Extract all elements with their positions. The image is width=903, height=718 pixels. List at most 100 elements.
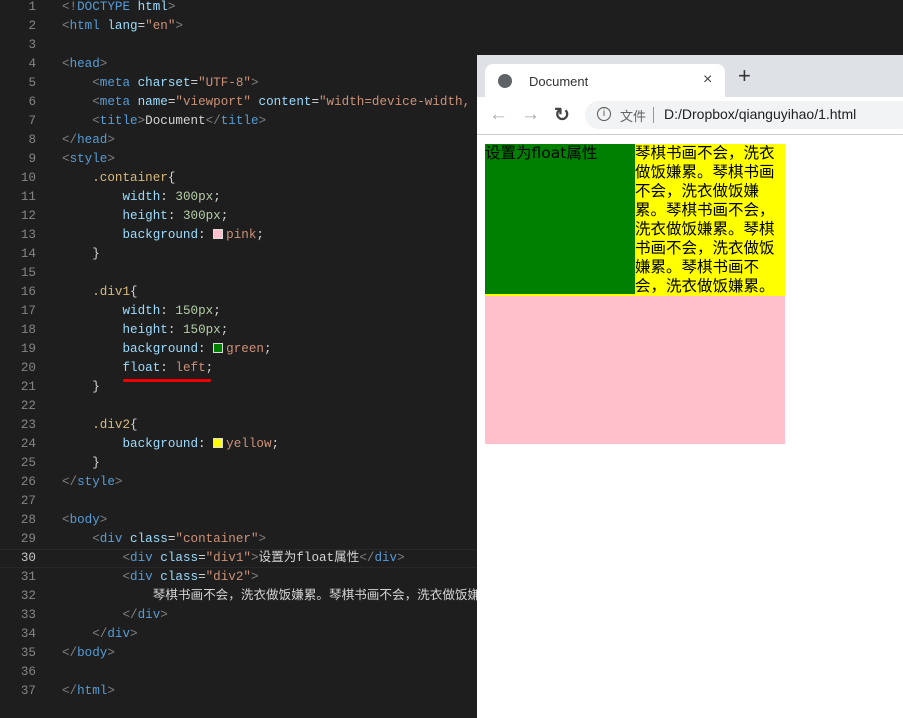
code-token: > [250, 551, 259, 565]
code-token: = [311, 95, 319, 109]
back-icon[interactable]: ← [489, 104, 508, 126]
line-number: 28 [20, 513, 36, 527]
code-token: 设置为float属性 [258, 551, 360, 565]
code-token: </ [92, 627, 108, 641]
code-token: head [69, 57, 100, 71]
code-token: yellow [226, 437, 272, 451]
divider [653, 107, 654, 123]
code-token: ; [263, 342, 272, 356]
code-token: } [62, 247, 100, 261]
code-token: body [77, 646, 108, 660]
code-token: < [62, 152, 70, 166]
code-token: style [77, 475, 115, 489]
line-number: 1 [28, 0, 36, 14]
code-token: < [92, 76, 100, 90]
code-token: < [92, 95, 100, 109]
code-token: : [167, 323, 183, 337]
code-token: left [175, 361, 206, 375]
code-token: height [122, 323, 168, 337]
container-box: 设置为float属性 琴棋书画不会，洗衣做饭嫌累。琴棋书画不会，洗衣做饭嫌累。琴… [485, 144, 785, 444]
code-token: .container [92, 171, 168, 185]
line-number: 13 [20, 228, 36, 242]
code-text: <!DOCTYPE html> [62, 0, 175, 17]
code-token: = [198, 570, 206, 584]
code-token: > [107, 133, 115, 147]
code-token: </ [359, 551, 375, 565]
code-token: > [130, 627, 138, 641]
code-token: html [137, 0, 168, 14]
line-number: 35 [20, 646, 36, 660]
code-token: > [107, 152, 115, 166]
info-icon[interactable]: i [597, 107, 611, 121]
close-tab-icon[interactable]: × [703, 71, 712, 89]
code-token: > [258, 114, 267, 128]
code-text: </div> [62, 625, 138, 644]
color-swatch [213, 438, 224, 448]
code-text: } [62, 454, 100, 473]
code-text: .div1{ [62, 283, 137, 302]
new-tab-button[interactable]: + [738, 65, 751, 87]
code-token: < [122, 570, 131, 584]
code-text: } [62, 245, 100, 264]
code-token: > [160, 608, 168, 622]
code-token: div [374, 551, 398, 565]
code-token: title [220, 114, 259, 128]
code-token: Document [145, 114, 206, 128]
code-text: width: 300px; [62, 188, 220, 207]
code-token: > [250, 570, 259, 584]
code-token: } [62, 380, 100, 394]
line-number: 11 [20, 190, 36, 204]
code-text: <div class="div2"> [62, 568, 259, 587]
code-text: float: left; [62, 359, 213, 378]
code-token: meta [99, 95, 138, 109]
code-text: .container{ [62, 169, 175, 188]
forward-icon[interactable]: → [521, 104, 540, 126]
code-token: < [62, 19, 70, 33]
line-number: 20 [20, 361, 36, 375]
code-token: 300px [175, 190, 214, 204]
code-text: <style> [62, 150, 115, 169]
tab-document[interactable]: Document × [485, 64, 725, 98]
code-token: { [130, 418, 138, 432]
code-token: ; [271, 437, 280, 451]
code-token: DOCTYPE [77, 0, 138, 14]
code-token: background [122, 228, 199, 242]
tab-strip: Document × + [477, 55, 903, 98]
line-number: 22 [20, 399, 36, 413]
code-token: "en" [145, 19, 176, 33]
code-text: background: yellow; [62, 435, 279, 454]
line-number: 34 [20, 627, 36, 641]
code-token: < [62, 57, 70, 71]
code-token: : [160, 304, 176, 318]
code-token: : [160, 190, 176, 204]
code-text: </html> [62, 682, 115, 701]
code-token: 150px [175, 304, 214, 318]
code-line[interactable]: 2 <html lang="en"> [0, 17, 903, 36]
code-token: </ [62, 646, 78, 660]
code-token: > [99, 513, 108, 527]
code-token: head [77, 133, 108, 147]
code-line[interactable]: 3 [0, 36, 903, 55]
code-token: } [62, 456, 100, 470]
code-text: <title>Document</title> [62, 112, 266, 131]
reload-icon[interactable]: ↻ [554, 104, 570, 127]
code-line[interactable]: 1 <!DOCTYPE html> [0, 0, 903, 17]
line-number: 24 [20, 437, 36, 451]
address-bar[interactable]: i 文件 D:/Dropbox/qianguyihao/1.html [585, 101, 903, 129]
code-text: <div class="div1">设置为float属性</div> [62, 550, 404, 567]
line-number: 18 [20, 323, 36, 337]
browser-window: Document × + ← → ↻ i 文件 D:/Dropbox/qiang… [477, 55, 903, 718]
line-number: 32 [20, 589, 36, 603]
url-text[interactable]: D:/Dropbox/qianguyihao/1.html [664, 106, 856, 122]
line-number: 16 [20, 285, 36, 299]
line-number: 26 [20, 475, 36, 489]
